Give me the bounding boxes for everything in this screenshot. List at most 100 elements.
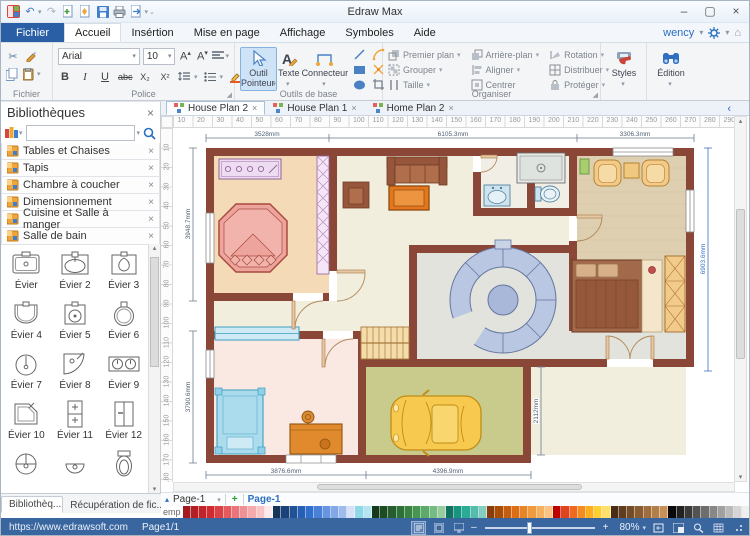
color-swatch[interactable] [257,506,265,518]
color-swatch[interactable] [405,506,413,518]
close-panel-icon[interactable]: × [147,106,154,120]
print-button[interactable] [113,4,127,19]
color-swatch[interactable] [248,506,256,518]
styles-button[interactable]: Styles▾ [606,47,642,91]
home-icon[interactable]: ⌂ [734,27,741,39]
maximize-button[interactable]: ▢ [697,3,723,21]
tab-recuperation[interactable]: Récupération de fic... [63,498,161,513]
color-swatch[interactable] [207,506,215,518]
page-tab[interactable]: Page-1 [248,494,281,505]
organiser-dialog-launcher-icon[interactable]: ◢ [593,91,598,99]
fit-page-button[interactable] [651,521,666,535]
color-swatch[interactable] [454,506,462,518]
color-swatch[interactable] [710,506,718,518]
qat-customize-icon[interactable]: ⌄ [149,8,155,16]
library-item[interactable]: Tapis × [1,160,160,177]
font-size-select[interactable]: 10▾ [143,48,176,65]
page-view-button[interactable] [431,521,446,535]
organiser-button[interactable]: Premier plan▾ [388,47,461,62]
add-page-button[interactable]: + [230,494,244,505]
undo-button[interactable]: ↶ [23,4,37,19]
zoom-slider-thumb[interactable] [527,522,532,534]
color-swatch[interactable] [668,506,676,518]
library-search-input[interactable] [26,125,136,141]
new-document-button[interactable] [62,4,76,19]
close-library-icon[interactable]: × [148,231,154,242]
library-item[interactable]: Cuisine et Salle à manger × [1,211,160,228]
color-swatch[interactable] [718,506,726,518]
color-swatch[interactable] [537,506,545,518]
color-swatch[interactable] [273,506,281,518]
grow-font-button[interactable]: A▴ [178,49,192,63]
underline-button[interactable]: U [98,71,112,83]
color-swatch[interactable] [364,506,372,518]
color-swatch[interactable] [397,506,405,518]
status-url[interactable]: https://www.edrawsoft.com [9,522,128,533]
color-swatch[interactable] [224,506,232,518]
color-swatch[interactable] [635,506,643,518]
color-swatch[interactable] [298,506,306,518]
align-button[interactable] [212,51,224,61]
color-swatch[interactable] [355,506,363,518]
color-swatch[interactable] [183,506,191,518]
redo-button[interactable]: ↷ [45,4,59,19]
symbol-item[interactable]: Évier 5 [51,296,100,346]
symbol-item[interactable]: Évier 9 [99,346,148,396]
tab-bibliotheques[interactable]: Bibliothèq... [1,496,63,513]
organiser-button[interactable]: Aligner▾ [471,62,540,77]
zoom-in-icon[interactable]: + [603,522,609,533]
color-swatch[interactable] [495,506,503,518]
bullet-list-button[interactable] [204,72,216,82]
color-swatch[interactable] [413,506,421,518]
color-swatch[interactable] [545,506,553,518]
search-history-caret-icon[interactable]: ▾ [136,129,140,137]
collapse-pagebar-icon[interactable]: ▴ [165,495,169,504]
color-swatch[interactable] [215,506,223,518]
color-swatch[interactable] [742,506,750,518]
color-swatch[interactable] [726,506,734,518]
color-swatch[interactable] [734,506,742,518]
color-swatch[interactable] [619,506,627,518]
library-menu-caret-icon[interactable]: ▾ [19,129,23,137]
library-item[interactable]: Tables et Chaises × [1,143,160,160]
bold-button[interactable]: B [58,71,72,83]
search-icon[interactable] [143,127,156,140]
symbol-item[interactable]: Évier 6 [99,296,148,346]
scroll-down-icon[interactable]: ▾ [735,473,746,481]
horizontal-scrollbar[interactable] [173,482,735,492]
color-swatch[interactable] [314,506,322,518]
color-swatch[interactable] [339,506,347,518]
color-swatch[interactable] [644,506,652,518]
color-swatch[interactable] [232,506,240,518]
library-item[interactable]: Chambre à coucher × [1,177,160,194]
color-swatch[interactable] [512,506,520,518]
line-tool-icon[interactable] [353,48,369,63]
export-button[interactable] [130,4,144,19]
color-swatch[interactable] [504,506,512,518]
organiser-button[interactable]: Grouper▾ [388,62,461,77]
tab-mise-en-page[interactable]: Mise en page [184,23,270,42]
tab-fichier[interactable]: Fichier [1,23,64,42]
shrink-font-button[interactable]: A▾ [195,49,209,63]
color-swatch[interactable] [388,506,396,518]
close-library-icon[interactable]: × [148,180,154,191]
symbol-item[interactable] [51,446,100,493]
strikethrough-button[interactable]: abc [118,72,132,82]
color-swatch[interactable] [446,506,454,518]
italic-button[interactable]: I [78,71,92,83]
color-swatch[interactable] [594,506,602,518]
color-swatch[interactable] [438,506,446,518]
color-swatch[interactable] [265,506,273,518]
settings-caret-icon[interactable]: ▾ [725,28,729,37]
color-swatch[interactable] [430,506,438,518]
symbol-item[interactable]: Évier 3 [99,246,148,296]
caret-down-icon[interactable]: ▾ [194,73,198,81]
zoom-slider[interactable] [485,527,595,529]
color-swatch[interactable] [570,506,578,518]
color-swatch[interactable] [421,506,429,518]
close-tab-icon[interactable]: × [252,103,257,113]
grid-button[interactable] [711,521,726,535]
color-swatch[interactable] [685,506,693,518]
paste-icon[interactable] [23,68,34,81]
color-swatch[interactable] [199,506,207,518]
